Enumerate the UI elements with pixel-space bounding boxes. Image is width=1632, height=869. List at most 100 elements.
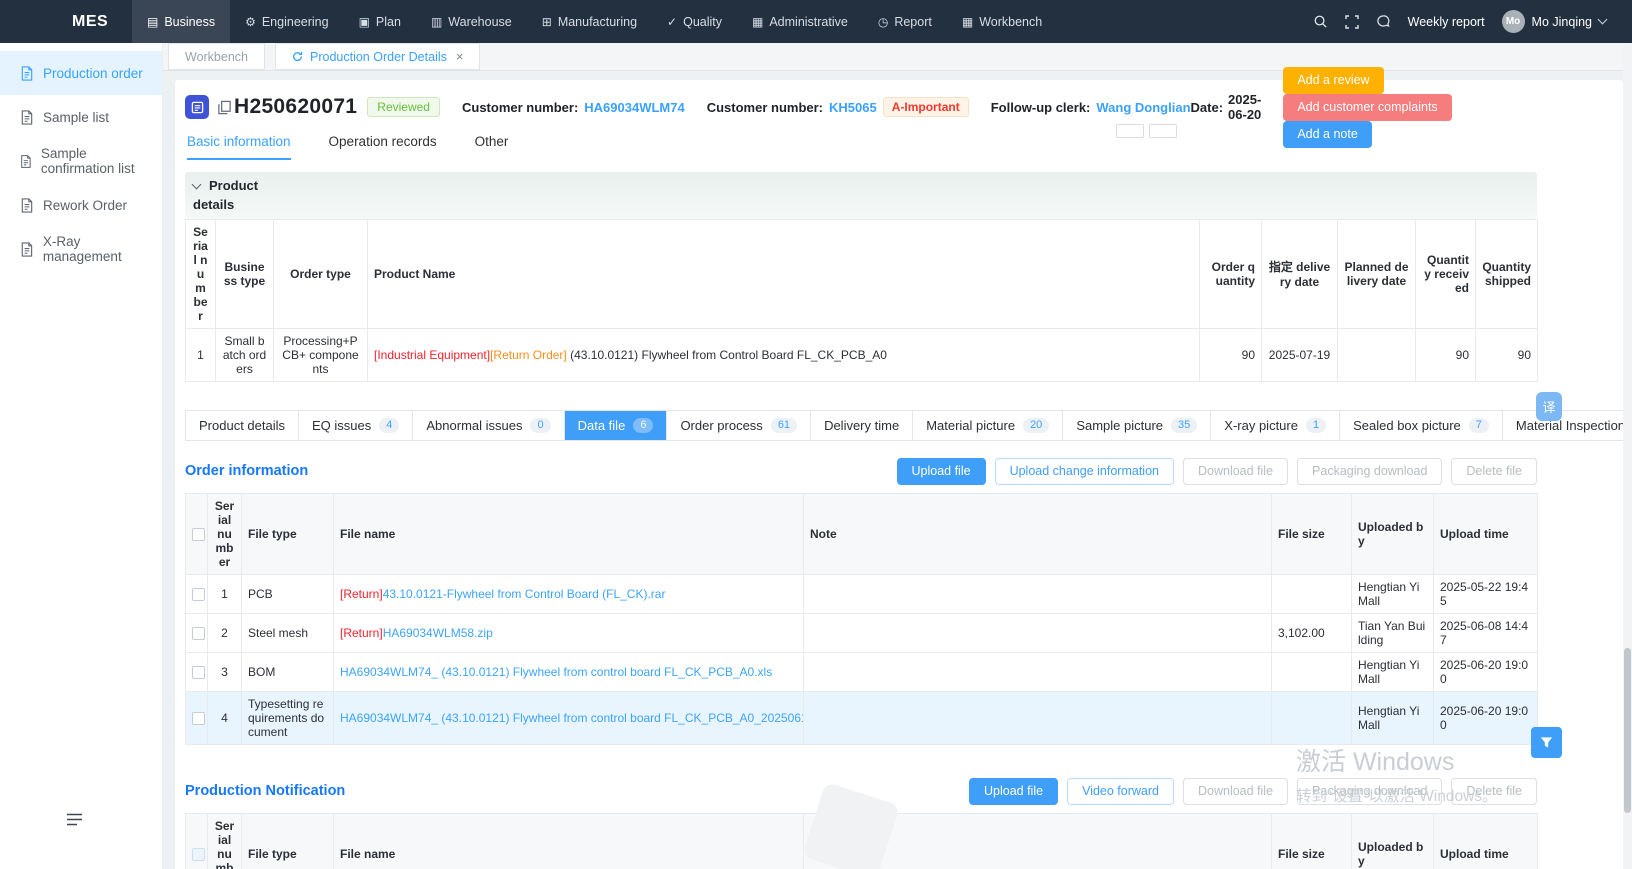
packaging-download-button[interactable]: Packaging download: [1297, 778, 1442, 805]
file-size-cell: [1272, 652, 1352, 691]
row-checkbox[interactable]: [192, 627, 205, 640]
customer-number-value[interactable]: HA69034WLM74: [584, 100, 684, 115]
file-name-link[interactable]: 43.10.0121-Flywheel from Control Board (…: [383, 587, 666, 601]
video-forward-button[interactable]: Video forward: [1067, 778, 1174, 805]
delete-file-button[interactable]: Delete file: [1451, 458, 1537, 485]
upload-file-button[interactable]: Upload file: [969, 778, 1058, 805]
notif-file-col-file-name: File name: [334, 813, 804, 869]
file-tab-label: Material Inspection Record: [1516, 418, 1632, 433]
chevron-down-icon: [192, 180, 202, 190]
nav-item-label: Warehouse: [448, 15, 511, 29]
order-file-row: 2Steel mesh[Return]HA69034WLM58.zip3,102…: [186, 613, 1538, 652]
order-doc-icon: [185, 95, 209, 119]
sidebar-item-sample-confirmation-list[interactable]: Sample confirmation list: [0, 139, 162, 183]
nav-item-quality[interactable]: ✓Quality: [652, 0, 737, 43]
page-tab-workbench[interactable]: Workbench: [168, 43, 265, 70]
row-checkbox[interactable]: [192, 712, 205, 725]
customer-code-value[interactable]: KH5065: [829, 100, 877, 115]
tab-operation-records[interactable]: Operation records: [329, 134, 437, 160]
user-menu[interactable]: Mo Mo Jinqing: [1502, 10, 1606, 33]
tab-basic-information[interactable]: Basic information: [187, 134, 291, 160]
file-type-cell: Typesetting requirements document: [242, 691, 334, 744]
nav-item-manufacturing[interactable]: ⊞Manufacturing: [527, 0, 652, 43]
avatar[interactable]: Mo: [1502, 10, 1525, 33]
header-mini-button[interactable]: [1149, 124, 1177, 138]
nav-item-plan[interactable]: ▣Plan: [344, 0, 416, 43]
search-icon[interactable]: [1313, 14, 1328, 29]
status-badge: Reviewed: [367, 97, 440, 117]
file-tab-material-inspection-record[interactable]: Material Inspection Record135: [1503, 411, 1632, 440]
file-tab-data-file[interactable]: Data file6: [565, 411, 668, 440]
file-name-link[interactable]: HA69034WLM74_ (43.10.0121) Flywheel from…: [340, 665, 772, 679]
weekly-report-link[interactable]: Weekly report: [1408, 15, 1485, 29]
packaging-download-button[interactable]: Packaging download: [1297, 458, 1442, 485]
file-name-link[interactable]: HA69034WLM58.zip: [383, 626, 493, 640]
file-tab-product-details[interactable]: Product details: [186, 411, 299, 440]
message-icon[interactable]: [1376, 14, 1391, 29]
sidebar-item-rework-order[interactable]: Rework Order: [0, 183, 162, 227]
row-checkbox[interactable]: [192, 588, 205, 601]
sidebar-item-sample-list[interactable]: Sample list: [0, 95, 162, 139]
download-file-button[interactable]: Download file: [1183, 458, 1288, 485]
page-scrollbar[interactable]: [1623, 43, 1632, 869]
file-tab-sealed-box-picture[interactable]: Sealed box picture7: [1340, 411, 1503, 440]
order-files-table: Serial numberFile typeFile nameNoteFile …: [185, 493, 1538, 745]
notif-file-col-serial-number: Serial number: [208, 813, 242, 869]
file-tab-order-process[interactable]: Order process61: [667, 411, 811, 440]
sidebar-item-label: Sample confirmation list: [41, 146, 162, 176]
uploaded-by-cell: Hengtian Yi Mall: [1352, 574, 1434, 613]
file-tab-material-picture[interactable]: Material picture20: [913, 411, 1063, 440]
download-file-button[interactable]: Download file: [1183, 778, 1288, 805]
page-tab-production-order-details[interactable]: Production Order Details×: [275, 43, 480, 70]
nav-item-engineering[interactable]: ⚙Engineering: [230, 0, 343, 43]
engineering-icon: ⚙: [245, 16, 256, 28]
clerk-value[interactable]: Wang Donglian: [1096, 100, 1190, 115]
file-tab-eq-issues[interactable]: EQ issues4: [299, 411, 413, 440]
header-mini-button[interactable]: [1116, 124, 1144, 138]
fullscreen-icon[interactable]: [1345, 15, 1359, 29]
product-details-section-header[interactable]: Product details: [185, 172, 1537, 219]
add-a-review-button[interactable]: Add a review: [1283, 67, 1383, 94]
note-cell: [804, 652, 1272, 691]
sidebar-item-production-order[interactable]: Production order: [0, 51, 162, 95]
notif-file-col-file-type: File type: [242, 813, 334, 869]
file-tab-x-ray-picture[interactable]: X-ray picture1: [1211, 411, 1340, 440]
nav-item-administrative[interactable]: ▦Administrative: [737, 0, 863, 43]
filter-float-button[interactable]: [1531, 727, 1562, 758]
nav-item-report[interactable]: ◷Report: [863, 0, 947, 43]
header-mini-boxes: [1116, 124, 1177, 138]
nav-item-label: Business: [164, 15, 215, 29]
copy-icon[interactable]: [217, 100, 232, 115]
close-icon[interactable]: ×: [456, 49, 464, 64]
file-name-link[interactable]: HA69034WLM74_ (43.10.0121) Flywheel from…: [340, 711, 804, 725]
file-tab-sample-picture[interactable]: Sample picture35: [1063, 411, 1211, 440]
mes-app: MES ▤Business⚙Engineering▣Plan▥Warehouse…: [0, 0, 1632, 869]
select-all-checkbox[interactable]: [192, 528, 205, 541]
order-file-col-note: Note: [804, 493, 1272, 574]
nav-item-workbench[interactable]: ▦Workbench: [947, 0, 1057, 43]
add-a-note-button[interactable]: Add a note: [1283, 121, 1371, 148]
upload-file-button[interactable]: Upload file: [897, 458, 986, 485]
nav-item-warehouse[interactable]: ▥Warehouse: [416, 0, 527, 43]
sidebar-item-x-ray-management[interactable]: X-Ray management: [0, 227, 162, 271]
nav-item-business[interactable]: ▤Business: [132, 0, 230, 43]
product-cell: [1338, 328, 1416, 381]
add-customer-complaints-button[interactable]: Add customer complaints: [1283, 94, 1451, 121]
nav-item-label: Plan: [376, 15, 401, 29]
upload-change-information-button[interactable]: Upload change information: [995, 458, 1174, 485]
sidebar-collapse-icon[interactable]: [66, 813, 83, 831]
delete-file-button[interactable]: Delete file: [1451, 778, 1537, 805]
sidebar-item-label: Rework Order: [43, 198, 127, 213]
tab-other[interactable]: Other: [475, 134, 509, 160]
translate-float-button[interactable]: 译: [1536, 392, 1562, 421]
file-name-cell: HA69034WLM74_ (43.10.0121) Flywheel from…: [334, 652, 804, 691]
scrollbar-thumb[interactable]: [1624, 648, 1631, 813]
order-file-col-uploaded-by: Uploaded by: [1352, 493, 1434, 574]
select-all-checkbox[interactable]: [192, 848, 205, 861]
count-badge: 0: [530, 418, 550, 433]
product-table: Serial numberBusiness typeOrder typeProd…: [185, 219, 1538, 382]
row-checkbox[interactable]: [192, 666, 205, 679]
production-notification-title: Production Notification: [185, 783, 345, 799]
file-tab-abnormal-issues[interactable]: Abnormal issues0: [413, 411, 564, 440]
file-tab-delivery-time[interactable]: Delivery time: [811, 411, 913, 440]
